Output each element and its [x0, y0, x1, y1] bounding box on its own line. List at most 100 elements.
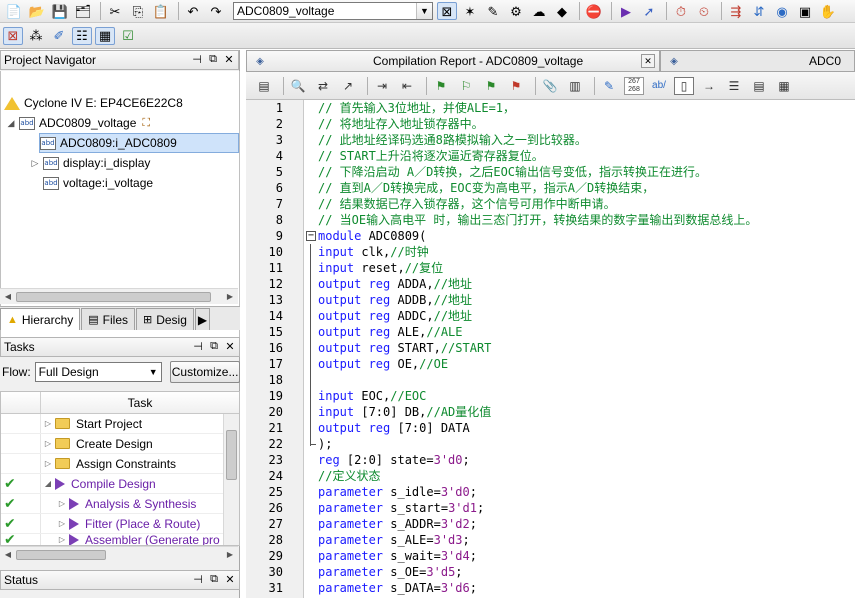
task-vertical-scrollbar[interactable]: [223, 414, 239, 545]
open-file-icon[interactable]: 📂: [27, 2, 47, 20]
pin-icon[interactable]: ⊣: [191, 53, 203, 66]
task-row-compile-design[interactable]: ✔ ◢ Compile Design: [1, 474, 239, 494]
tab-adc[interactable]: ◈ ADC0: [660, 50, 855, 72]
scroll-thumb[interactable]: [226, 430, 237, 480]
code-line[interactable]: output reg ADDB,//地址: [318, 292, 472, 308]
tab-files[interactable]: ▤ Files: [81, 308, 135, 330]
timing-analyzer-icon[interactable]: ⏱: [671, 2, 691, 20]
fold-collapse-icon[interactable]: −: [306, 231, 316, 241]
replace-icon[interactable]: ⇄: [313, 77, 333, 95]
chevron-down-icon[interactable]: ▼: [416, 3, 432, 19]
code-line[interactable]: // 直到A／D转换完成，EOC变为高电平，指示A／D转换结束，: [318, 180, 654, 196]
task-horizontal-scrollbar[interactable]: ◀ ▶: [0, 546, 238, 562]
tab-compilation-report[interactable]: ◈ Compilation Report - ADC0809_voltage ✕: [246, 50, 660, 72]
code-line[interactable]: input EOC,//EOC: [318, 388, 426, 404]
paste-icon[interactable]: 📋: [151, 2, 171, 20]
task-column-header[interactable]: Task: [41, 396, 239, 410]
tab-scroll-right-icon[interactable]: ▶: [194, 308, 211, 330]
tree-item-adc[interactable]: abd ADC0809:i_ADC0809: [39, 133, 239, 153]
code-line[interactable]: output reg START,//START: [318, 340, 491, 356]
code-line[interactable]: parameter s_ADDR=3'd2;: [318, 516, 477, 532]
code-line[interactable]: input clk,//时钟: [318, 244, 429, 260]
start-analysis-icon[interactable]: ➚: [639, 2, 659, 20]
node-finder-icon[interactable]: ⁂: [26, 27, 46, 45]
close-icon[interactable]: ✕: [224, 340, 236, 353]
goto-icon[interactable]: ↗: [338, 77, 358, 95]
stop-icon[interactable]: ⛔: [584, 2, 604, 20]
code-line[interactable]: output reg ADDA,//地址: [318, 276, 472, 292]
cloud-icon[interactable]: ☁: [529, 2, 549, 20]
code-line[interactable]: output reg [7:0] DATA: [318, 420, 470, 436]
code-line[interactable]: parameter s_DATA=3'd6;: [318, 580, 477, 596]
expand-arrow-icon[interactable]: ▷: [29, 158, 41, 169]
code-line[interactable]: module ADC0809(: [318, 228, 426, 244]
redo-icon[interactable]: ↷: [206, 2, 226, 20]
bookmark-prev-icon[interactable]: ⚑: [481, 77, 501, 95]
copy-icon[interactable]: ⎘: [128, 2, 148, 20]
navigator-horizontal-scrollbar[interactable]: ◀ ▶: [0, 288, 238, 304]
float-icon[interactable]: ⧉: [208, 573, 220, 586]
programmer-icon[interactable]: ◉: [772, 2, 792, 20]
code-line[interactable]: // 首先输入3位地址，并使ALE=1，: [318, 100, 515, 116]
undo-icon[interactable]: ↶: [183, 2, 203, 20]
code-line[interactable]: parameter s_wait=3'd4;: [318, 548, 477, 564]
tree-item-display[interactable]: ▷ abd display:i_display: [29, 153, 151, 173]
customize-button[interactable]: Customize...: [170, 361, 240, 383]
scroll-right-icon[interactable]: ▶: [222, 547, 238, 563]
expand-arrow-icon[interactable]: ▷: [41, 459, 55, 468]
bookmark-clear-icon[interactable]: ⚑: [506, 77, 526, 95]
chevron-down-icon[interactable]: ▼: [145, 367, 161, 377]
task-row-start-project[interactable]: ▷ Start Project: [1, 414, 239, 434]
expand-arrow-icon[interactable]: ▷: [41, 439, 55, 448]
new-file-icon[interactable]: 📄: [4, 2, 24, 20]
tree-item-voltage[interactable]: abd voltage:i_voltage: [43, 173, 153, 193]
timer-icon[interactable]: ⏲: [694, 2, 714, 20]
scroll-right-icon[interactable]: ▶: [222, 289, 238, 305]
tree-item-top[interactable]: ◢ abd ADC0809_voltage ⛶: [5, 113, 151, 133]
assignment-editor-icon[interactable]: ✎: [483, 2, 503, 20]
project-navigator-toggle-icon[interactable]: ⊠: [3, 26, 23, 45]
messages-toggle-icon[interactable]: ▦: [95, 26, 115, 45]
save-icon[interactable]: 💾: [50, 2, 70, 20]
task-row-fitter[interactable]: ✔ ▷ Fitter (Place & Route): [1, 514, 239, 534]
document-icon[interactable]: ▤: [254, 77, 274, 95]
code-editor[interactable]: // 首先输入3位地址，并使ALE=1， // 将地址存入地址锁存器中。 // 此地…: [318, 100, 855, 598]
scroll-thumb[interactable]: [16, 549, 106, 560]
comment-icon[interactable]: ✎: [599, 77, 619, 95]
close-icon[interactable]: ✕: [224, 573, 236, 586]
template-icon[interactable]: ▥: [565, 77, 585, 95]
close-icon[interactable]: ✕: [641, 54, 655, 68]
line-number-icon[interactable]: 267 268: [624, 76, 644, 95]
code-line[interactable]: // 此地址经译码选通8路模拟输入之一到比较器。: [318, 132, 587, 148]
chip-planner-icon[interactable]: ⊠: [437, 2, 457, 20]
code-line[interactable]: parameter s_ALE=3'd3;: [318, 532, 470, 548]
code-line[interactable]: // 当OE输入高电平 时，输出三态门打开，转换结果的数字量输出到数据总线上。: [318, 212, 757, 228]
code-line[interactable]: // START上升沿将逐次逼近寄存器复位。: [318, 148, 544, 164]
code-line[interactable]: reg [2:0] state=3'd0;: [318, 452, 470, 468]
task-row-assign-constraints[interactable]: ▷ Assign Constraints: [1, 454, 239, 474]
find-icon[interactable]: 🔍: [288, 77, 308, 95]
scroll-left-icon[interactable]: ◀: [0, 547, 16, 563]
entity-combo[interactable]: ADC0809_voltage ▼: [233, 2, 433, 20]
expand-arrow-icon[interactable]: ◢: [5, 118, 17, 129]
settings-icon[interactable]: ⚙: [506, 2, 526, 20]
expand-arrow-icon[interactable]: ▷: [55, 535, 69, 544]
code-line[interactable]: );: [318, 436, 332, 452]
attach-icon[interactable]: 📎: [540, 77, 560, 95]
pin-icon[interactable]: ⊣: [192, 573, 204, 586]
netlist-icon[interactable]: ⇵: [749, 2, 769, 20]
columns-icon[interactable]: ▤: [749, 77, 769, 95]
device-row[interactable]: Cyclone IV E: EP4CE6E22C8: [4, 93, 183, 113]
expand-arrow-icon[interactable]: ▷: [41, 419, 55, 428]
tasks-toggle-icon[interactable]: ☷: [72, 26, 92, 45]
expand-arrow-icon[interactable]: ▷: [55, 499, 69, 508]
pin-icon[interactable]: ⊣: [192, 340, 204, 353]
collapse-arrow-icon[interactable]: ◢: [41, 479, 55, 488]
outdent-icon[interactable]: ⇤: [397, 77, 417, 95]
pin-planner-icon[interactable]: ✶: [460, 2, 480, 20]
code-line[interactable]: // 结果数据已存入锁存器，这个信号可用作中断申请。: [318, 196, 616, 212]
code-line[interactable]: input [7:0] DB,//AD量化值: [318, 404, 491, 420]
task-row-create-design[interactable]: ▷ Create Design: [1, 434, 239, 454]
code-line[interactable]: input reset,//复位: [318, 260, 443, 276]
code-line[interactable]: parameter s_start=3'd1;: [318, 500, 484, 516]
